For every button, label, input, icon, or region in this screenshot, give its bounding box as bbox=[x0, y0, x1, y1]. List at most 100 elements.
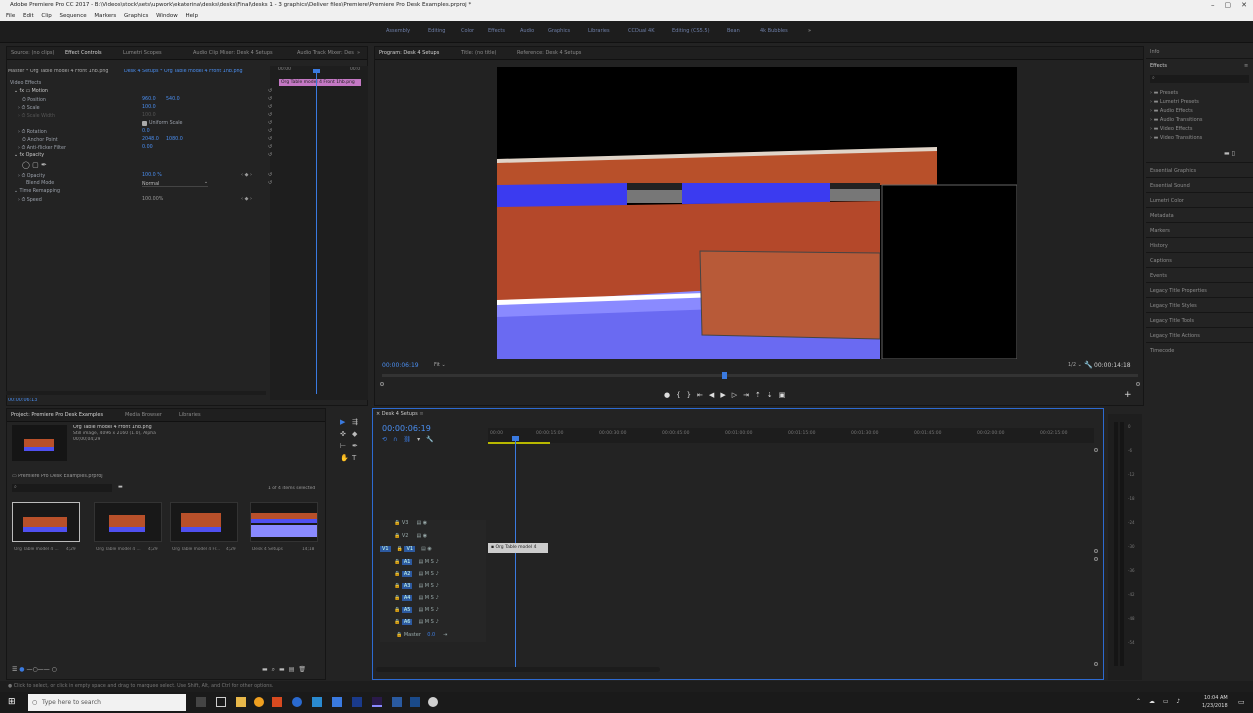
notifications-icon[interactable]: ▭ bbox=[1238, 698, 1245, 706]
keyframe-nav[interactable]: ‹ ◆ › bbox=[241, 172, 252, 178]
fit-select[interactable]: Fit ⌄ bbox=[434, 362, 446, 368]
snap-icon[interactable]: ∩ bbox=[393, 436, 403, 443]
automate-icon[interactable]: ▬ bbox=[262, 666, 272, 673]
export-frame-icon[interactable]: ▣ bbox=[779, 391, 792, 399]
track-v2-header[interactable]: 🔒 V2 ▤ ◉ bbox=[394, 533, 427, 543]
go-to-end-icon[interactable]: ⇥ bbox=[443, 632, 447, 638]
workspace-editing[interactable]: Editing bbox=[428, 28, 445, 34]
time-remapping-section[interactable]: ⌄ Time Remapping bbox=[14, 189, 60, 194]
step-forward-icon[interactable]: ▷ bbox=[732, 391, 743, 399]
legacy-title-actions-tab[interactable]: Legacy Title Actions bbox=[1150, 333, 1200, 339]
extract-icon[interactable]: ⇣ bbox=[767, 391, 779, 399]
program-zoom-handle[interactable] bbox=[380, 382, 384, 386]
events-tab[interactable]: Events bbox=[1150, 273, 1167, 279]
blend-mode-select[interactable]: Normal ⌄ bbox=[142, 180, 208, 187]
reset-icon[interactable]: ↺ bbox=[268, 96, 272, 102]
play-icon[interactable]: ▶ bbox=[720, 391, 731, 399]
app-icon[interactable] bbox=[292, 697, 302, 707]
go-to-out-icon[interactable]: ⇥ bbox=[743, 391, 755, 399]
mic-icon[interactable]: ♪ bbox=[435, 619, 438, 625]
mark-out-icon[interactable]: } bbox=[687, 391, 697, 399]
track-v3-header[interactable]: 🔒 V3 ▤ ◉ bbox=[394, 520, 427, 530]
master-volume[interactable]: 0.0 bbox=[427, 632, 435, 638]
trash-icon[interactable]: 🗑 bbox=[298, 666, 310, 673]
reset-icon[interactable]: ↺ bbox=[268, 144, 272, 150]
workspace-graphics[interactable]: Graphics bbox=[548, 28, 570, 34]
program-video-frame[interactable] bbox=[497, 67, 1017, 359]
rotation-value[interactable]: 0.0 bbox=[142, 129, 150, 134]
lock-icon[interactable]: 🔒 bbox=[394, 619, 402, 625]
workspace-color[interactable]: Color bbox=[461, 28, 474, 34]
track-a3-header[interactable]: 🔒 A3 ▤ M S ♪ bbox=[394, 583, 439, 593]
premiere-pro-icon[interactable] bbox=[372, 697, 382, 707]
lock-icon[interactable]: 🔒 bbox=[394, 559, 402, 565]
stopwatch-icon[interactable]: › ⏱ bbox=[18, 174, 27, 179]
lift-icon[interactable]: ⇡ bbox=[755, 391, 767, 399]
track-a4-header[interactable]: 🔒 A4 ▤ M S ♪ bbox=[394, 595, 439, 605]
effects-panel-tab[interactable]: Effects bbox=[1150, 63, 1167, 69]
legacy-title-tools-tab[interactable]: Legacy Title Tools bbox=[1150, 318, 1194, 324]
file-explorer-icon[interactable] bbox=[236, 697, 246, 707]
app-icon[interactable] bbox=[312, 697, 322, 707]
track-a6-header[interactable]: 🔒 A6 ▤ M S ♪ bbox=[394, 619, 439, 629]
position-x[interactable]: 960.0 bbox=[142, 97, 156, 102]
legacy-title-properties-tab[interactable]: Legacy Title Properties bbox=[1150, 288, 1207, 294]
video-scroll-handle[interactable] bbox=[1094, 448, 1098, 452]
track-select-tool-icon[interactable]: ⇶ bbox=[352, 418, 358, 426]
add-button-icon[interactable]: + bbox=[1124, 390, 1132, 400]
lock-icon[interactable]: 🔒 bbox=[394, 595, 402, 601]
effects-tree-video-effects[interactable]: › ▬ Video Effects bbox=[1150, 126, 1193, 132]
lock-icon[interactable]: 🔒 bbox=[394, 607, 402, 613]
chevron-down-icon[interactable]: ⌄ fx bbox=[14, 153, 26, 158]
tab-reference[interactable]: Reference: Desk 4 Setups bbox=[517, 47, 581, 60]
maximize-icon[interactable]: ▢ bbox=[1225, 1, 1232, 9]
lock-icon[interactable]: 🔒 bbox=[397, 546, 405, 552]
menu-window[interactable]: Window bbox=[156, 11, 178, 21]
position-y[interactable]: 540.0 bbox=[166, 97, 180, 102]
motion-effect[interactable]: ⌄ fx ▭ Motion bbox=[14, 89, 48, 94]
eye-icon[interactable]: ◉ bbox=[423, 533, 427, 539]
ellipse-mask-icon[interactable]: ◯ bbox=[22, 161, 30, 169]
chrome-icon[interactable] bbox=[254, 697, 264, 707]
type-tool-icon[interactable]: T bbox=[352, 454, 356, 462]
add-marker-icon[interactable]: ▾ bbox=[417, 436, 426, 443]
menu-markers[interactable]: Markers bbox=[94, 11, 116, 21]
menu-graphics[interactable]: Graphics bbox=[124, 11, 148, 21]
timeline-clip[interactable]: ▪ Org Table model 4 bbox=[488, 543, 548, 553]
timeline-timecode[interactable]: 00:00:06:19 bbox=[382, 424, 431, 433]
new-item-icon[interactable]: ▤ bbox=[289, 666, 299, 673]
timeline-tab[interactable]: × Desk 4 Setups ≡ bbox=[376, 411, 424, 417]
lock-icon[interactable]: 🔒 bbox=[394, 571, 402, 577]
workspace-audio[interactable]: Audio bbox=[520, 28, 534, 34]
mic-icon[interactable]: ♪ bbox=[435, 583, 438, 589]
project-item-thumb[interactable] bbox=[250, 502, 318, 542]
tab-source[interactable]: Source: (no clips) bbox=[11, 47, 54, 60]
legacy-title-styles-tab[interactable]: Legacy Title Styles bbox=[1150, 303, 1197, 309]
timeline-playhead-handle[interactable] bbox=[512, 436, 519, 441]
mic-icon[interactable] bbox=[196, 697, 206, 707]
pen-mask-icon[interactable]: ✒ bbox=[41, 161, 47, 169]
app-icon[interactable] bbox=[428, 697, 438, 707]
markers-tab[interactable]: Markers bbox=[1150, 228, 1170, 234]
tab-program[interactable]: Program: Desk 4 Setups bbox=[379, 47, 439, 60]
system-tray-icons[interactable]: ⌃ ☁ ▭ ♪ bbox=[1136, 698, 1183, 705]
effects-tree-lumetri-presets[interactable]: › ▬ Lumetri Presets bbox=[1150, 99, 1199, 105]
menu-clip[interactable]: Clip bbox=[41, 11, 51, 21]
app-icon[interactable] bbox=[410, 697, 420, 707]
reset-icon[interactable]: ↺ bbox=[268, 104, 272, 110]
tab-media-browser[interactable]: Media Browser bbox=[125, 409, 162, 422]
reset-icon[interactable]: ↺ bbox=[268, 128, 272, 134]
uniform-scale-checkbox[interactable] bbox=[142, 121, 147, 126]
workspace-editing-cs55[interactable]: Editing (CS5.5) bbox=[672, 28, 710, 34]
reset-icon[interactable]: ↺ bbox=[268, 112, 272, 118]
lock-icon[interactable]: 🔒 bbox=[394, 583, 402, 589]
stopwatch-icon[interactable]: › ⏱ bbox=[18, 106, 27, 111]
stopwatch-icon[interactable]: › ⏱ bbox=[18, 146, 27, 151]
mic-icon[interactable]: ♪ bbox=[435, 571, 438, 577]
minimize-icon[interactable]: – bbox=[1211, 1, 1215, 9]
menu-file[interactable]: File bbox=[6, 11, 15, 21]
menu-edit[interactable]: Edit bbox=[23, 11, 34, 21]
program-timecode[interactable]: 00:00:06:19 bbox=[382, 362, 419, 369]
audio-scroll-handle[interactable] bbox=[1094, 557, 1098, 561]
track-a5-header[interactable]: 🔒 A5 ▤ M S ♪ bbox=[394, 607, 439, 617]
